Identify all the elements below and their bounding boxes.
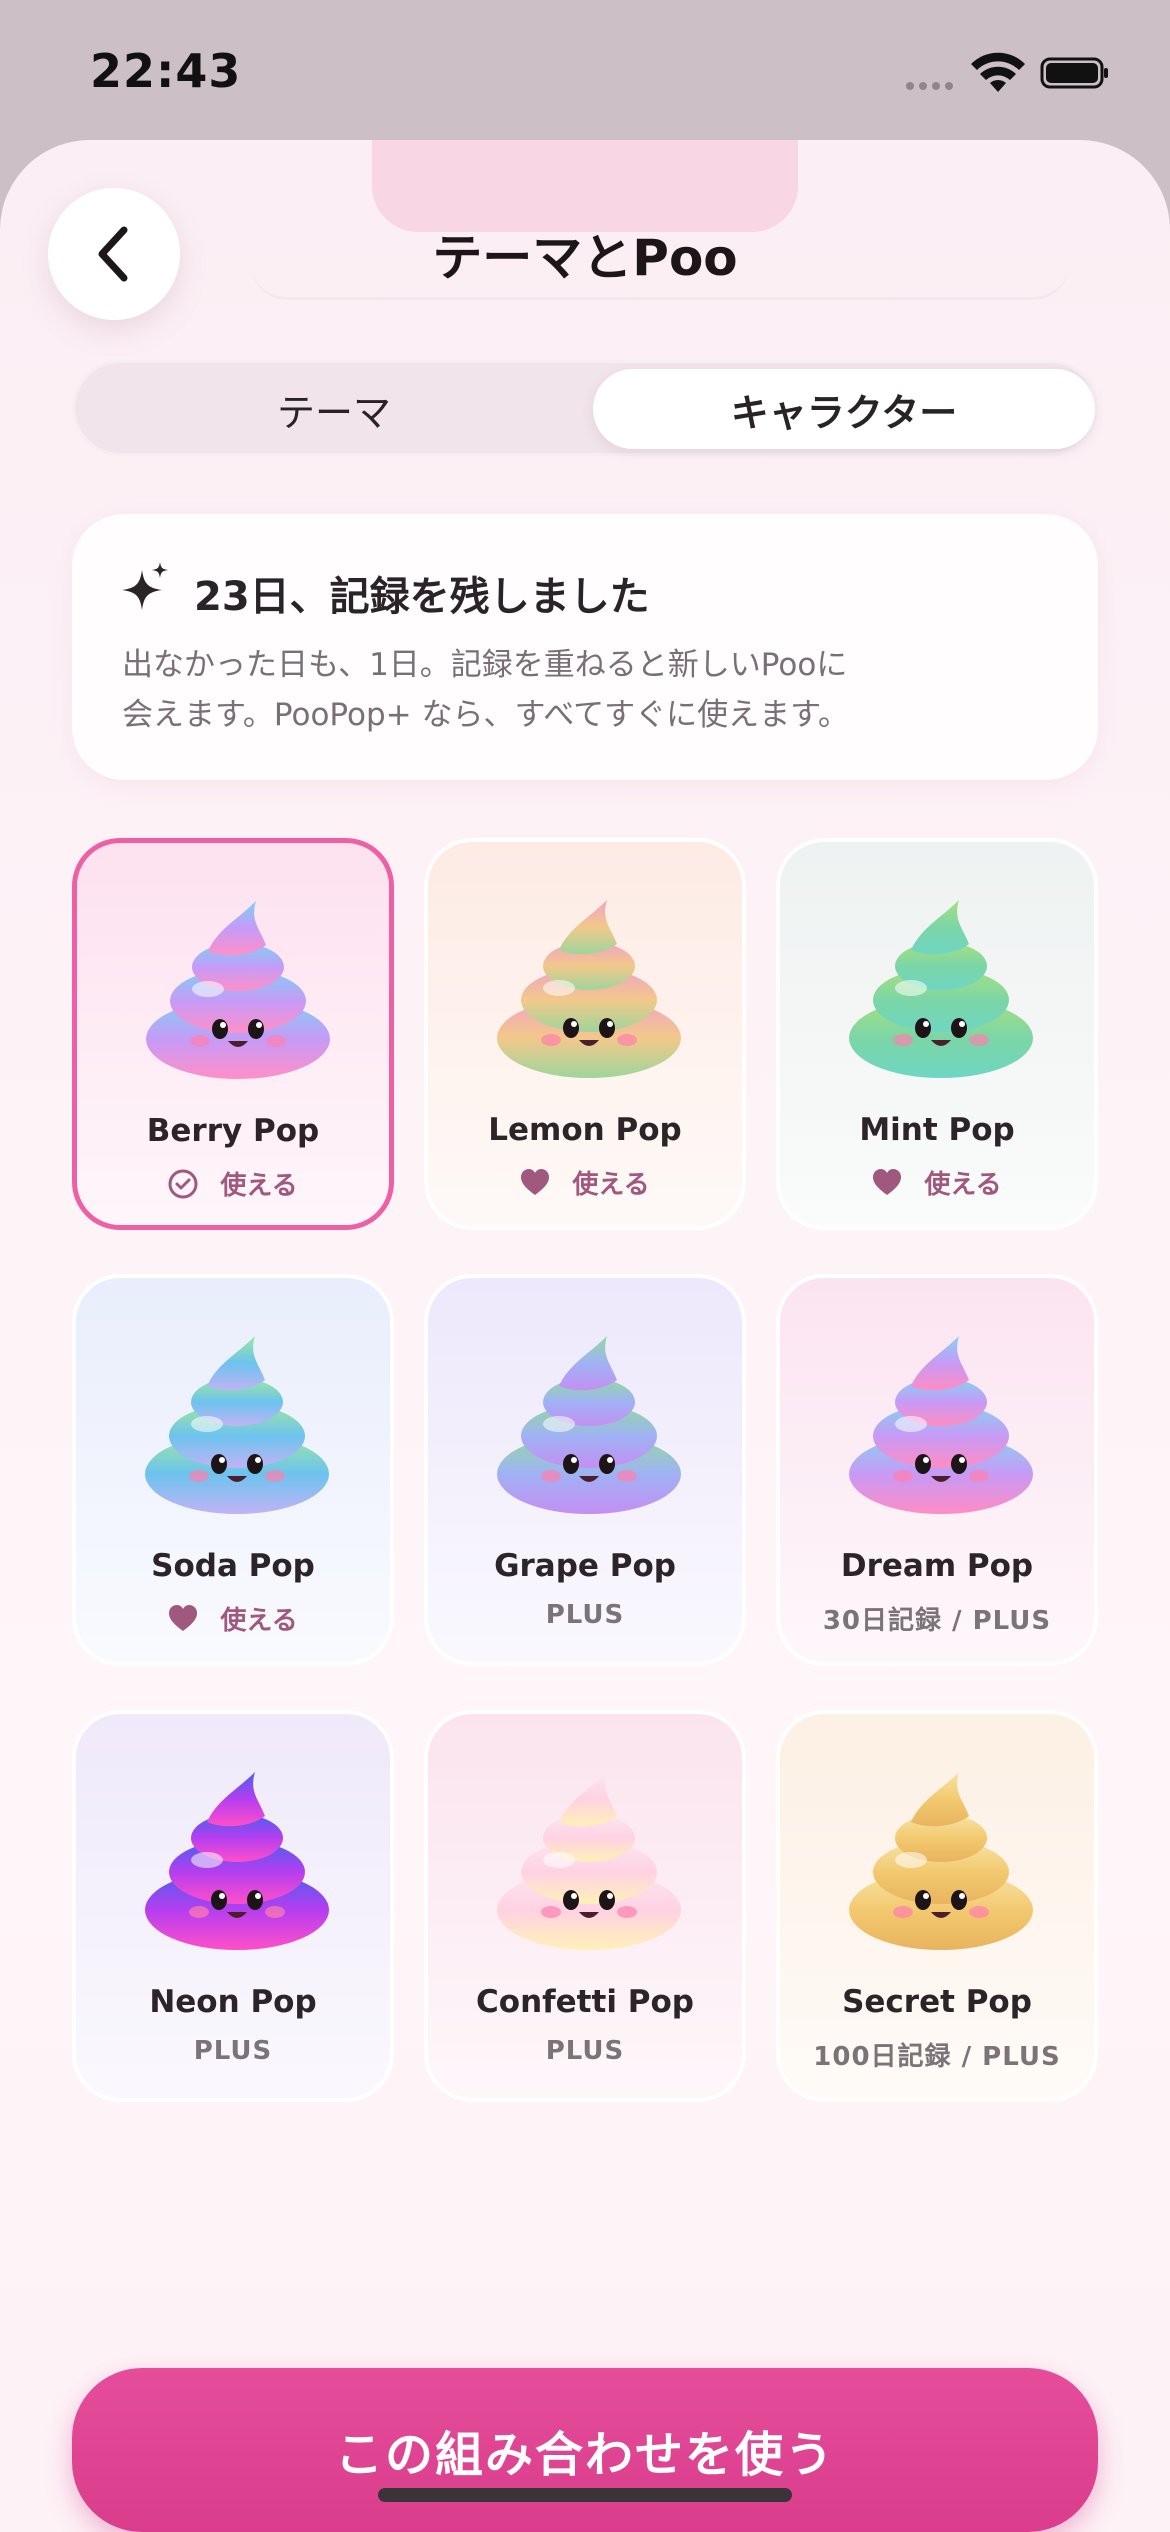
poo-character-icon xyxy=(849,1772,1033,1950)
status-bar: 22:43 xyxy=(0,0,1170,140)
tab-theme[interactable]: テーマ xyxy=(83,369,585,449)
character-status-label: 使える xyxy=(924,1170,1002,1200)
character-status-label: 使える xyxy=(572,1170,650,1200)
status-time: 22:43 xyxy=(90,44,242,98)
poo-character-icon xyxy=(497,900,681,1078)
character-card-lemon-pop[interactable]: Lemon Pop 使える xyxy=(424,838,746,1230)
home-indicator xyxy=(378,2488,792,2502)
character-status-label: 30日記録 / PLUS xyxy=(822,1606,1052,1636)
character-card-neon-pop[interactable]: Neon Pop PLUS xyxy=(72,1710,394,2102)
character-status-label: PLUS xyxy=(545,1600,625,1630)
heart-icon xyxy=(521,1168,550,1195)
bottom-sheet: テーマとPoo テーマ キャラクター 23日、記録を残しました 出なかった日も、… xyxy=(0,140,1170,2532)
character-card-secret-pop[interactable]: Secret Pop 100日記録 / PLUS xyxy=(776,1710,1098,2102)
tab-character[interactable]: キャラクター xyxy=(593,369,1095,449)
character-card-dream-pop[interactable]: Dream Pop 30日記録 / PLUS xyxy=(776,1274,1098,1666)
character-name: Confetti Pop xyxy=(476,1984,694,2020)
poo-character-icon xyxy=(497,1772,681,1950)
character-status-label: PLUS xyxy=(545,2036,625,2066)
poo-character-icon xyxy=(497,1336,681,1514)
character-card-berry-pop[interactable]: Berry Pop 使える xyxy=(72,838,394,1230)
character-status-label: PLUS xyxy=(193,2036,273,2066)
character-card-mint-pop[interactable]: Mint Pop 使える xyxy=(776,838,1098,1230)
character-status-label: 100日記録 / PLUS xyxy=(813,2042,1061,2072)
use-combination-button[interactable]: この組み合わせを使う xyxy=(72,2368,1098,2532)
sparkle-icon xyxy=(122,562,168,610)
page-title: テーマとPoo xyxy=(432,229,738,287)
character-name: Berry Pop xyxy=(146,1113,320,1149)
poo-character-icon xyxy=(145,1772,329,1950)
segmented-control: テーマ キャラクター xyxy=(72,360,1098,456)
poo-character-icon xyxy=(849,900,1033,1078)
notice-body-line-2: 会えます。PooPop+ なら、すべてすぐに使えます。 xyxy=(122,697,849,733)
character-status: PLUS xyxy=(76,2036,390,2066)
character-status: 30日記録 / PLUS xyxy=(780,1600,1094,1637)
character-name: Mint Pop xyxy=(859,1112,1015,1148)
character-grid: Berry Pop 使える Lemon Pop 使える Mint Pop 使える… xyxy=(72,838,1098,2128)
character-status: PLUS xyxy=(428,1600,742,1630)
check-circle-icon xyxy=(168,1169,198,1198)
character-status: 100日記録 / PLUS xyxy=(780,2036,1094,2073)
poo-character-icon xyxy=(145,1336,329,1514)
heart-icon xyxy=(169,1604,198,1631)
character-card-confetti-pop[interactable]: Confetti Pop PLUS xyxy=(424,1710,746,2102)
character-status: PLUS xyxy=(428,2036,742,2066)
notice-title: 23日、記録を残しました xyxy=(194,574,650,620)
record-notice-card: 23日、記録を残しました 出なかった日も、1日。記録を重ねると新しいPooに 会… xyxy=(72,514,1098,780)
character-status: 使える xyxy=(76,1600,390,1637)
cellular-signal-icon xyxy=(906,82,953,90)
character-name: Lemon Pop xyxy=(488,1112,682,1148)
notice-body: 出なかった日も、1日。記録を重ねると新しいPooに 会えます。PooPop+ な… xyxy=(122,640,1022,740)
character-status: 使える xyxy=(780,1164,1094,1201)
character-name: Secret Pop xyxy=(842,1984,1032,2020)
character-name: Soda Pop xyxy=(151,1548,315,1584)
character-card-grape-pop[interactable]: Grape Pop PLUS xyxy=(424,1274,746,1666)
character-card-soda-pop[interactable]: Soda Pop 使える xyxy=(72,1274,394,1666)
notice-body-line-1: 出なかった日も、1日。記録を重ねると新しいPooに xyxy=(122,647,848,683)
character-status-label: 使える xyxy=(220,1606,298,1636)
character-status-label: 使える xyxy=(220,1171,298,1201)
battery-icon xyxy=(1040,57,1108,89)
character-status: 使える xyxy=(77,1165,389,1202)
poo-character-icon xyxy=(146,901,330,1079)
character-name: Neon Pop xyxy=(149,1984,317,2020)
poo-character-icon xyxy=(849,1336,1033,1514)
heart-icon xyxy=(873,1168,902,1195)
wifi-icon xyxy=(971,52,1025,92)
character-status: 使える xyxy=(428,1164,742,1201)
character-name: Grape Pop xyxy=(494,1548,676,1584)
character-name: Dream Pop xyxy=(840,1548,1034,1584)
